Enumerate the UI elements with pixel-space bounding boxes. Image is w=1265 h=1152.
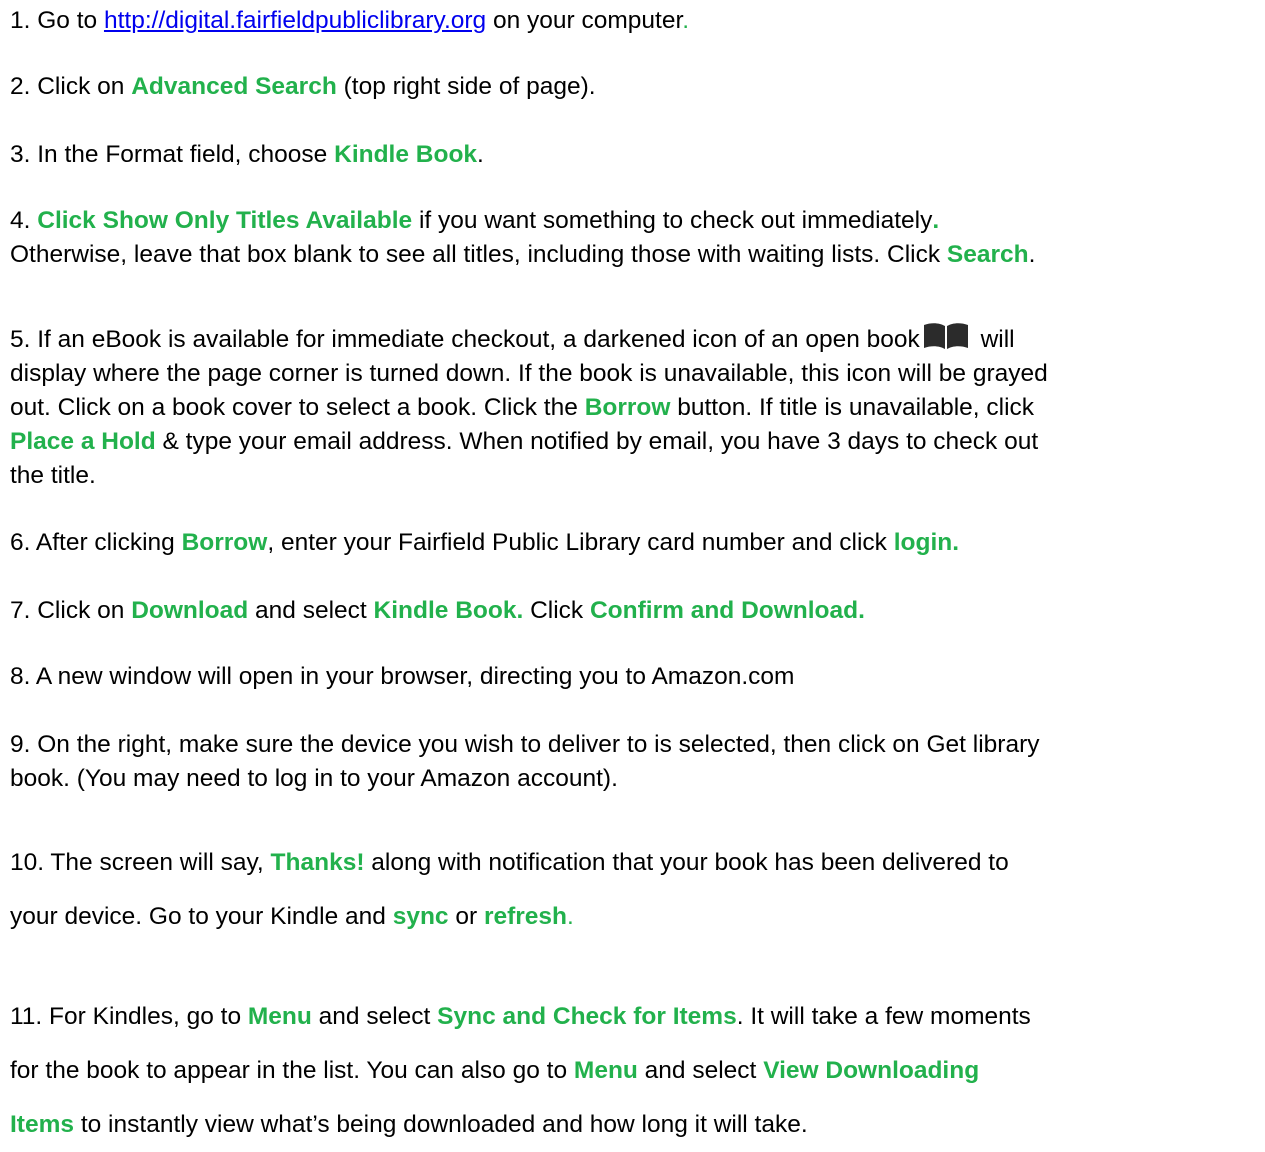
body-text: if you want something to check out immed… [412, 207, 933, 234]
highlighted-term: Confirm and Download. [589, 597, 865, 624]
step-line: Place a Hold & type your email address. … [10, 425, 1260, 459]
highlighted-term: sync [392, 903, 449, 930]
highlighted-term: Menu [573, 1057, 638, 1084]
step-6: 6. After clicking Borrow, enter your Fai… [10, 526, 1260, 560]
body-text: the title. [10, 462, 96, 489]
body-text: 3. In the Format field, choose [10, 141, 335, 168]
highlighted-term: Items [10, 1111, 75, 1138]
body-text: Otherwise, leave that box blank to see a… [10, 241, 947, 268]
open-book-icon [922, 322, 970, 350]
step-4: 4. Click Show Only Titles Available if y… [10, 204, 1260, 272]
step-line: your device. Go to your Kindle and sync … [10, 890, 1260, 944]
step-line: the title. [10, 459, 1260, 493]
body-text: out. Click on a book cover to select a b… [10, 394, 585, 421]
highlighted-term: Borrow [584, 394, 671, 421]
body-text: 9. On the right, make sure the device yo… [10, 731, 1040, 758]
body-text: 10. The screen will say, [10, 849, 271, 876]
highlighted-punctuation: . [682, 7, 690, 34]
step-line: 11. For Kindles, go to Menu and select S… [10, 990, 1260, 1044]
step-line: 4. Click Show Only Titles Available if y… [10, 204, 1260, 238]
highlighted-term: Place a Hold [10, 428, 156, 455]
highlighted-term: login. [893, 529, 960, 556]
body-text: display where the page corner is turned … [10, 360, 1048, 387]
body-text: button. If title is unavailable, click [670, 394, 1035, 421]
body-text: book. (You may need to log in to your Am… [10, 765, 618, 792]
highlighted-term: Kindle Book [334, 141, 478, 168]
step-5: 5. If an eBook is available for immediat… [10, 322, 1260, 493]
step-3: 3. In the Format field, choose Kindle Bo… [10, 138, 1260, 172]
body-text: 7. Click on [10, 597, 132, 624]
highlighted-punctuation: . [567, 903, 574, 930]
body-text: to instantly view what’s being downloade… [74, 1111, 808, 1138]
body-text: 2. Click on [10, 73, 132, 100]
body-text: on your computer [486, 7, 683, 34]
highlighted-term: Advanced Search [131, 73, 337, 100]
body-text: and select [637, 1057, 764, 1084]
highlighted-term: refresh [483, 903, 568, 930]
highlighted-term: Click Show Only Titles Available [37, 207, 413, 234]
highlighted-term: Search [946, 241, 1029, 268]
step-line: 5. If an eBook is available for immediat… [10, 322, 1260, 357]
highlighted-term: Kindle Book. [373, 597, 524, 624]
step-line: 1. Go to http://digital.fairfieldpublicl… [10, 4, 1260, 38]
body-text: (top right side of page). [336, 73, 596, 100]
body-text: along with notification that your book h… [364, 849, 1009, 876]
body-text: or [448, 903, 484, 930]
body-text: Click [523, 597, 590, 624]
step-line: 6. After clicking Borrow, enter your Fai… [10, 526, 1260, 560]
step-line: for the book to appear in the list. You … [10, 1044, 1260, 1098]
step-line: Otherwise, leave that box blank to see a… [10, 238, 1260, 272]
body-text: , enter your Fairfield Public Library ca… [267, 529, 894, 556]
step-11: 11. For Kindles, go to Menu and select S… [10, 990, 1260, 1152]
step-line: 7. Click on Download and select Kindle B… [10, 594, 1260, 628]
highlighted-term: View Downloading [763, 1057, 980, 1084]
step-line: 9. On the right, make sure the device yo… [10, 728, 1260, 762]
library-website-link[interactable]: http://digital.fairfieldpubliclibrary.or… [104, 7, 486, 34]
highlighted-term: Menu [247, 1003, 312, 1030]
body-text: 4. [10, 207, 38, 234]
step-line: out. Click on a book cover to select a b… [10, 391, 1260, 425]
body-text: . [477, 141, 484, 168]
body-text: and select [248, 597, 374, 624]
body-text: 6. After clicking [10, 529, 182, 556]
body-text: your device. Go to your Kindle and [10, 903, 393, 930]
body-text: 5. If an eBook is available for immediat… [10, 326, 920, 353]
step-2: 2. Click on Advanced Search (top right s… [10, 70, 1260, 104]
step-7: 7. Click on Download and select Kindle B… [10, 594, 1260, 628]
body-text: for the book to appear in the list. You … [10, 1057, 574, 1084]
highlighted-term: . [932, 207, 940, 234]
step-line: 10. The screen will say, Thanks! along w… [10, 836, 1260, 890]
body-text: 8. A new window will open in your browse… [10, 663, 795, 690]
step-8: 8. A new window will open in your browse… [10, 660, 1260, 694]
step-9: 9. On the right, make sure the device yo… [10, 728, 1260, 796]
step-line: Items to instantly view what’s being dow… [10, 1098, 1260, 1152]
body-text: 1. Go to [10, 7, 104, 34]
body-text: . It will take a few moments [736, 1003, 1031, 1030]
highlighted-term: Thanks! [270, 849, 365, 876]
step-line: 8. A new window will open in your browse… [10, 660, 1260, 694]
body-text: 11. For Kindles, go to [10, 1003, 248, 1030]
step-10: 10. The screen will say, Thanks! along w… [10, 836, 1260, 944]
step-1: 1. Go to http://digital.fairfieldpublicl… [10, 4, 1260, 38]
body-text: will [973, 326, 1015, 353]
highlighted-term: Download [131, 597, 249, 624]
step-line: display where the page corner is turned … [10, 357, 1260, 391]
body-text: & type your email address. When notified… [155, 428, 1039, 455]
body-text: . [1028, 241, 1036, 268]
step-line: 2. Click on Advanced Search (top right s… [10, 70, 1260, 104]
highlighted-term: Sync and Check for Items [437, 1003, 737, 1030]
body-text: and select [311, 1003, 438, 1030]
step-line: 3. In the Format field, choose Kindle Bo… [10, 138, 1260, 172]
step-line: book. (You may need to log in to your Am… [10, 762, 1260, 796]
highlighted-term: Borrow [181, 529, 268, 556]
